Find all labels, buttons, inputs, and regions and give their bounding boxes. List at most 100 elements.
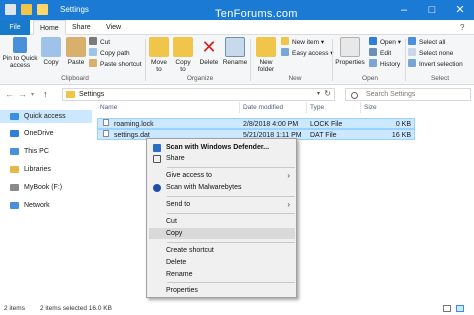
this-pc-icon <box>10 148 19 155</box>
file-icon <box>103 119 109 126</box>
refresh-button[interactable]: ↻ <box>324 88 331 99</box>
nav-mybook[interactable]: MyBook (F:) <box>0 181 92 194</box>
delete-label: Delete <box>199 59 219 66</box>
menu-label: Cut <box>166 218 177 225</box>
watermark: TenForums.com <box>215 8 298 20</box>
share-icon <box>153 155 161 163</box>
search-input[interactable]: Search Settings <box>345 88 471 101</box>
column-type[interactable]: Type <box>307 102 361 113</box>
history-button[interactable]: History <box>369 59 400 69</box>
menu-item-send-to[interactable]: Send to › <box>149 199 295 210</box>
item-count: 2 items <box>4 305 25 312</box>
back-button[interactable]: ← <box>5 89 14 99</box>
menu-item-create-shortcut[interactable]: Create shortcut <box>149 245 295 256</box>
paste-shortcut-button[interactable]: Paste shortcut <box>89 59 142 69</box>
delete-icon: ✕ <box>201 37 217 57</box>
pin-icon <box>13 37 27 53</box>
ribbon-separator <box>145 39 146 81</box>
submenu-arrow-icon: › <box>287 171 290 180</box>
forward-button[interactable]: → <box>18 89 27 99</box>
tab-view[interactable]: View <box>100 20 127 35</box>
copy-path-button[interactable]: Copy path <box>89 48 130 58</box>
selection-info: 2 items selected 16.0 KB <box>40 305 112 312</box>
copy-label: Copy <box>43 59 59 66</box>
folder-icon[interactable] <box>21 4 32 15</box>
column-date[interactable]: Date modified <box>240 102 307 113</box>
address-input[interactable]: Settings ▾ ↻ <box>62 88 335 101</box>
file-type: DAT File <box>310 132 337 139</box>
menu-item-scan-malwarebytes[interactable]: Scan with Malwarebytes <box>149 182 295 193</box>
select-group-label: Select <box>430 75 450 82</box>
select-none-button[interactable]: Select none <box>408 48 453 58</box>
new-folder-button[interactable]: New folder <box>253 37 279 73</box>
menu-item-give-access[interactable]: Give access to › <box>149 170 295 181</box>
nav-this-pc[interactable]: This PC <box>0 145 92 158</box>
large-icons-view-icon[interactable] <box>456 305 464 312</box>
nav-libraries[interactable]: Libraries <box>0 163 92 176</box>
menu-item-share[interactable]: Share <box>149 153 295 164</box>
tab-file[interactable]: File <box>0 20 30 35</box>
tab-share[interactable]: Share <box>66 20 97 35</box>
properties-button[interactable]: Properties <box>334 37 366 66</box>
drive-icon <box>10 184 19 191</box>
quick-access-toolbar-icon[interactable] <box>37 4 48 15</box>
tab-home[interactable]: Home <box>33 20 66 36</box>
file-icon <box>103 130 109 137</box>
menu-label: Rename <box>166 271 193 278</box>
open-label: Open <box>380 39 396 46</box>
history-label: History <box>380 61 401 68</box>
menu-item-scan-defender[interactable]: Scan with Windows Defender... <box>149 142 295 153</box>
menu-item-delete[interactable]: Delete <box>149 257 295 268</box>
onedrive-icon <box>10 130 19 137</box>
up-button[interactable]: ↑ <box>43 89 48 99</box>
menu-item-cut[interactable]: Cut <box>149 216 295 227</box>
folder-icon <box>66 91 75 98</box>
copy-button[interactable]: Copy <box>40 37 62 66</box>
open-group-label: Open <box>362 75 378 82</box>
file-row[interactable]: roaming.lock 2/8/2018 4:00 PM LOCK File … <box>97 118 415 129</box>
rename-button[interactable]: Rename <box>222 37 248 66</box>
menu-separator <box>167 196 295 197</box>
cut-button[interactable]: Cut <box>89 37 110 47</box>
address-dropdown-icon[interactable]: ▾ <box>317 89 320 100</box>
copy-icon <box>41 37 61 57</box>
maximize-button[interactable]: □ <box>418 0 446 20</box>
ribbon-help-icon[interactable]: ? <box>460 23 464 32</box>
details-view-icon[interactable] <box>443 305 451 312</box>
paste-button[interactable]: Paste <box>64 37 88 66</box>
pin-quick-access-button[interactable]: Pin to Quick access <box>2 37 38 69</box>
nav-network[interactable]: Network <box>0 199 92 212</box>
nav-label: OneDrive <box>24 130 54 137</box>
menu-item-rename[interactable]: Rename <box>149 269 295 280</box>
easy-access-icon <box>281 48 289 56</box>
move-to-button[interactable]: Move to <box>148 37 170 73</box>
menu-item-properties[interactable]: Properties <box>149 285 295 296</box>
status-bar: 2 items 2 items selected 16.0 KB <box>0 302 474 315</box>
minimize-button[interactable]: – <box>390 0 418 20</box>
select-all-button[interactable]: Select all <box>408 37 445 47</box>
copy-path-icon <box>89 48 97 56</box>
menu-item-copy[interactable]: Copy <box>149 228 295 239</box>
column-name[interactable]: Name <box>97 102 240 113</box>
new-folder-label: New folder <box>257 59 275 73</box>
column-headers: Name Date modified Type Size <box>97 102 474 113</box>
copy-to-label: Copy to <box>175 59 191 73</box>
delete-button[interactable]: ✕ Delete <box>197 37 221 66</box>
nav-onedrive[interactable]: OneDrive <box>0 127 92 140</box>
edit-button[interactable]: Edit <box>369 48 391 58</box>
invert-selection-button[interactable]: Invert selection <box>408 59 463 69</box>
cut-icon <box>89 37 97 45</box>
breadcrumb: Settings <box>79 91 105 98</box>
column-size[interactable]: Size <box>361 102 415 113</box>
easy-access-button[interactable]: Easy access ▾ <box>281 48 334 58</box>
pin-label: Pin to Quick access <box>2 55 38 69</box>
open-button[interactable]: Open ▾ <box>369 37 401 47</box>
copy-to-button[interactable]: Copy to <box>172 37 194 73</box>
nav-quick-access[interactable]: Quick access <box>0 110 92 123</box>
recent-locations-icon[interactable]: ▾ <box>31 91 34 98</box>
ribbon-separator <box>250 39 251 81</box>
select-none-label: Select none <box>419 50 454 57</box>
libraries-icon <box>10 166 19 173</box>
close-button[interactable]: ✕ <box>446 0 474 20</box>
new-item-button[interactable]: New item ▾ <box>281 37 324 47</box>
